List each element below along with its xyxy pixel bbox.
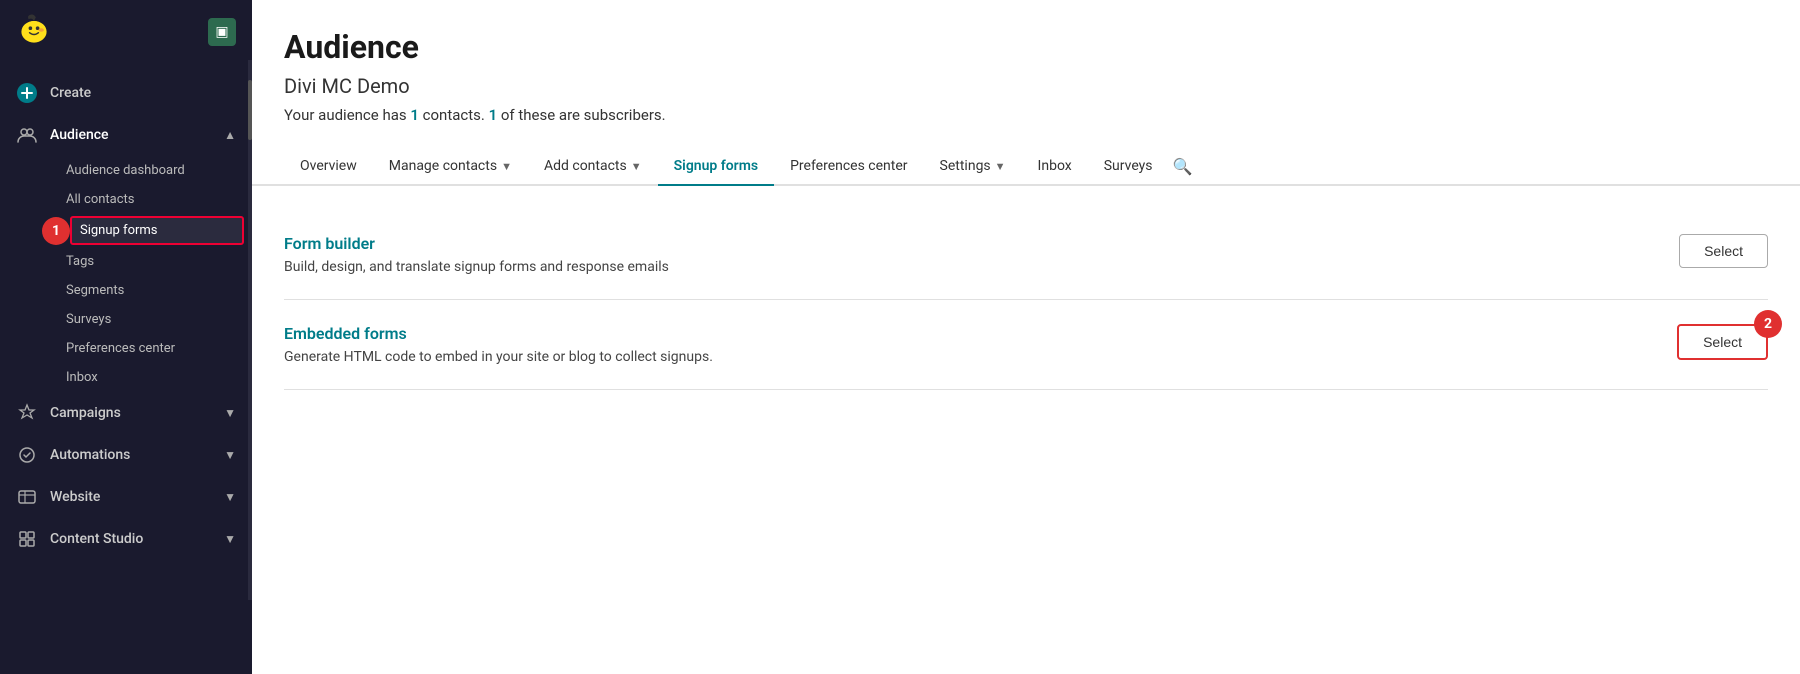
sidebar-item-audience[interactable]: Audience ▲ [0,114,252,156]
embedded-forms-info: Embedded forms Generate HTML code to emb… [284,324,713,365]
audience-label: Audience [50,127,212,143]
sidebar: ▣ Create [0,0,252,674]
sidebar-section-audience: Audience ▲ Audience dashboard All contac… [0,114,252,392]
manage-contacts-chevron: ▼ [501,160,512,173]
add-contacts-chevron: ▼ [631,160,642,173]
create-icon [16,82,38,104]
tab-signup-forms[interactable]: Signup forms [658,148,774,186]
sidebar-navigation: Create Audience ▲ Audience dashboard All… [0,64,252,674]
content-tabs: Overview Manage contacts ▼ Add contacts … [252,148,1800,186]
automations-label: Automations [50,447,212,463]
sidebar-item-website[interactable]: Website ▼ [0,476,252,518]
sidebar-item-signup-forms[interactable]: Signup forms [70,216,244,245]
scrollbar[interactable] [248,60,252,600]
tab-settings[interactable]: Settings ▼ [924,148,1022,186]
website-label: Website [50,489,212,505]
page-header: Audience Divi MC Demo Your audience has … [252,0,1800,148]
tab-inbox[interactable]: Inbox [1022,148,1088,186]
campaigns-label: Campaigns [50,405,212,421]
content-studio-label: Content Studio [50,531,212,547]
scroll-thumb [248,80,252,140]
tab-surveys[interactable]: Surveys [1088,148,1169,186]
mailchimp-logo[interactable] [16,12,52,52]
form-option-form-builder: Form builder Build, design, and translat… [284,210,1768,300]
content-studio-chevron: ▼ [224,532,236,546]
website-icon [16,486,38,508]
website-chevron: ▼ [224,490,236,504]
audience-name: Divi MC Demo [284,74,1768,98]
embedded-forms-description: Generate HTML code to embed in your site… [284,349,713,365]
audience-desc-prefix: Your audience has [284,106,410,124]
sidebar-item-preferences-center[interactable]: Preferences center [50,334,252,363]
sidebar-item-create[interactable]: Create [0,72,252,114]
content-area: Form builder Build, design, and translat… [252,186,1800,674]
form-builder-title[interactable]: Form builder [284,234,669,253]
subscribers-count: 1 [489,106,498,124]
form-option-embedded-forms: Embedded forms Generate HTML code to emb… [284,300,1768,390]
sidebar-item-audience-dashboard[interactable]: Audience dashboard [50,156,252,185]
contacts-count: 1 [410,106,419,124]
sidebar-item-segments[interactable]: Segments [50,276,252,305]
toggle-icon: ▣ [215,24,228,40]
form-builder-info: Form builder Build, design, and translat… [284,234,669,275]
embedded-forms-button-wrapper: 2 Select [1657,324,1768,360]
sidebar-item-inbox[interactable]: Inbox [50,363,252,392]
audience-desc-suffix: of these are subscribers. [497,106,665,124]
automations-icon [16,444,38,466]
sidebar-toggle-button[interactable]: ▣ [208,18,236,46]
tab-preferences-center[interactable]: Preferences center [774,148,923,186]
sidebar-item-surveys[interactable]: Surveys [50,305,252,334]
settings-chevron: ▼ [995,160,1006,173]
tab-add-contacts[interactable]: Add contacts ▼ [528,148,658,186]
sidebar-item-all-contacts[interactable]: All contacts [50,185,252,214]
form-builder-select-button[interactable]: Select [1679,234,1768,268]
embedded-forms-title[interactable]: Embedded forms [284,324,713,343]
sidebar-header: ▣ [0,0,252,64]
main-content: Audience Divi MC Demo Your audience has … [252,0,1800,674]
tab-manage-contacts[interactable]: Manage contacts ▼ [373,148,528,186]
search-icon[interactable]: 🔍 [1173,157,1193,176]
page-title: Audience [284,28,1768,66]
sidebar-item-campaigns[interactable]: Campaigns ▼ [0,392,252,434]
form-builder-description: Build, design, and translate signup form… [284,259,669,275]
audience-sub-nav: Audience dashboard All contacts 1 Signup… [0,156,252,392]
sidebar-item-tags[interactable]: Tags [50,247,252,276]
audience-chevron: ▲ [224,128,236,142]
sidebar-item-automations[interactable]: Automations ▼ [0,434,252,476]
create-label: Create [50,85,236,101]
campaigns-icon [16,402,38,424]
sidebar-item-content-studio[interactable]: Content Studio ▼ [0,518,252,560]
campaigns-chevron: ▼ [224,406,236,420]
automations-chevron: ▼ [224,448,236,462]
tab-overview[interactable]: Overview [284,148,373,186]
audience-desc-mid: contacts. [419,106,489,124]
content-studio-icon [16,528,38,550]
audience-description: Your audience has 1 contacts. 1 of these… [284,106,1768,124]
audience-icon [16,124,38,146]
step-1-badge: 1 [42,217,70,245]
step-2-badge: 2 [1754,310,1782,338]
